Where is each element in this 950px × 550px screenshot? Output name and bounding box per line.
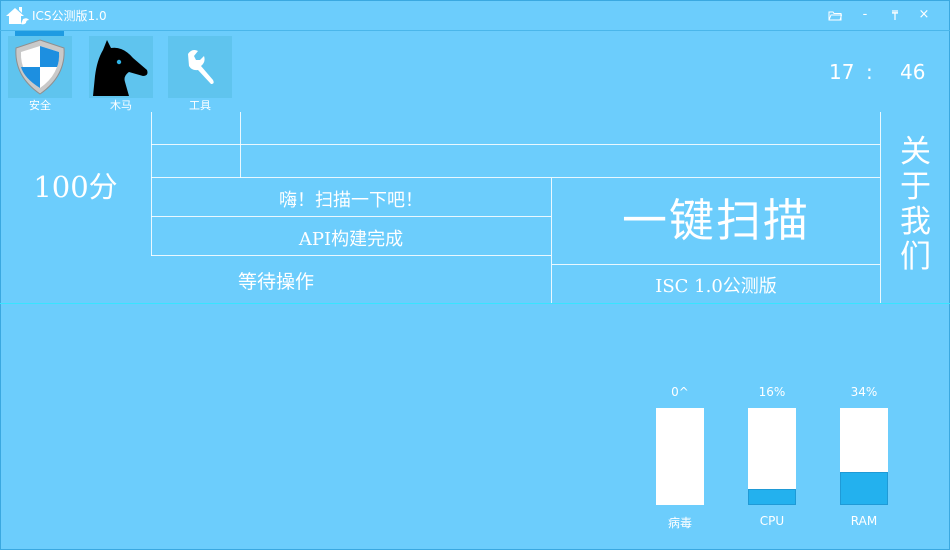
cpu-gauge-value: 16% (758, 385, 786, 399)
shield-icon (15, 39, 65, 95)
virus-gauge-label: 病毒 (667, 516, 692, 530)
cpu-gauge-bar (748, 408, 796, 505)
about-us-button[interactable]: 关 于 我 们 (881, 135, 950, 275)
close-icon: × (918, 7, 930, 22)
minimize-icon: - (862, 7, 868, 22)
tab-tools[interactable] (168, 36, 232, 98)
minimize-button[interactable]: - (852, 4, 878, 26)
about-char: 关 (900, 134, 931, 170)
section-divider (0, 303, 950, 304)
grid-line (151, 216, 551, 217)
tab-trojan[interactable] (89, 36, 153, 98)
about-char: 们 (900, 239, 931, 275)
version-text: ISC 1.0公测版 (655, 276, 777, 297)
tab-security[interactable] (8, 36, 72, 98)
pin-icon (892, 10, 898, 20)
one-click-scan-button[interactable]: 一键扫描 (552, 178, 880, 264)
close-button[interactable]: × (911, 4, 937, 26)
tab-tools-label[interactable]: 工具 (168, 97, 232, 113)
about-char: 于 (900, 169, 931, 205)
clock-separator: : (866, 60, 873, 84)
clock-minute: 46 (900, 60, 926, 84)
about-char: 我 (900, 204, 931, 240)
ram-gauge-fill (840, 472, 888, 505)
ram-gauge-label: RAM (850, 514, 878, 528)
grid-line (151, 144, 880, 145)
app-house-icon (6, 7, 29, 25)
title-bar[interactable]: ICS公测版1.0 - × (0, 0, 950, 31)
wrench-icon (188, 50, 214, 84)
horse-icon (93, 40, 148, 96)
api-status-text: API构建完成 (298, 229, 404, 250)
pin-button[interactable] (882, 4, 908, 26)
cpu-gauge-fill (748, 489, 796, 505)
grid-line (151, 255, 551, 256)
ram-gauge-value: 34% (850, 385, 878, 399)
grid-line (552, 264, 880, 265)
window-title: ICS公测版1.0 (32, 9, 107, 23)
virus-gauge-value: 0^ (671, 385, 689, 399)
cpu-gauge-label: CPU (759, 514, 785, 528)
virus-gauge-bar (656, 408, 704, 505)
tab-security-label[interactable]: 安全 (8, 97, 72, 113)
folder-button[interactable] (822, 4, 848, 26)
folder-icon (828, 11, 843, 21)
greeting-text: 嗨！扫描一下吧！ (279, 190, 423, 211)
tab-trojan-label[interactable]: 木马 (89, 97, 153, 113)
clock-hour: 17 (829, 60, 855, 84)
grid-line (240, 112, 241, 178)
wait-status-text: 等待操作 (237, 271, 314, 293)
security-score: 100分 (33, 170, 118, 204)
ram-gauge-bar (840, 408, 888, 505)
